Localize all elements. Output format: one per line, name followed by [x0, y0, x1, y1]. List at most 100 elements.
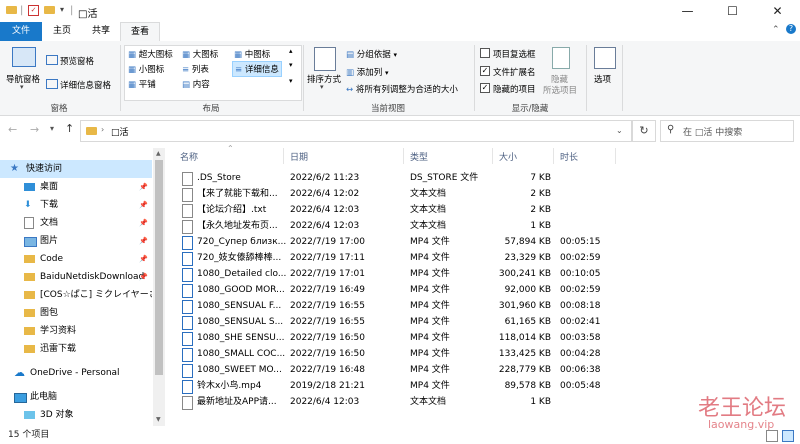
large-icons-view-icon[interactable] [782, 430, 794, 442]
file-row[interactable]: .DS_Store 2022/6/2 11:23 DS_STORE 文件 7 KB [177, 170, 777, 186]
nav-item[interactable]: ★ 快速访问 [0, 160, 152, 178]
text-file-icon [182, 188, 193, 202]
layout-tiles[interactable]: ▦ 平铺 [128, 78, 156, 90]
file-row[interactable]: 1080_SENSUAL S... 2022/7/19 16:55 MP4 文件 61… [177, 314, 777, 330]
nav-item[interactable]: Code 📌 [0, 250, 152, 268]
file-row[interactable]: 铃木x小鸟.mp4 2019/2/18 21:21 MP4 文件 89,578 KB 0… [177, 378, 777, 394]
file-extensions-checkbox[interactable]: ✓ [480, 66, 490, 76]
nav-item-label: 3D 对象 [40, 410, 74, 420]
file-row[interactable]: 1080_SENSUAL F... 2022/7/19 16:55 MP4 文件 30… [177, 298, 777, 314]
help-icon[interactable]: ? [786, 24, 796, 34]
add-column-button[interactable]: ▥ 添加列 ▾ [346, 66, 388, 78]
file-row[interactable]: 1080_Detailed clo... 2022/7/19 17:01 MP4 文… [177, 266, 777, 282]
nav-item[interactable]: 图片 📌 [0, 232, 152, 250]
details-pane-button[interactable]: 详细信息窗格 [60, 79, 111, 91]
properties-icon[interactable]: ✓ [28, 5, 39, 16]
file-row[interactable]: 1080_SMALL COC... 2022/7/19 16:50 MP4 文件 13… [177, 346, 777, 362]
tab-view[interactable]: 查看 [120, 22, 160, 42]
back-arrow-icon[interactable]: ← [8, 123, 17, 136]
file-name: 【永久地址发布页... [197, 221, 278, 231]
recent-locations-chevron-icon[interactable]: ▾ [50, 124, 54, 133]
collapse-ribbon-icon[interactable]: ⌃ [772, 25, 780, 35]
nav-item[interactable]: BaiduNetdiskDownload 📌 [0, 268, 152, 286]
fit-columns-button[interactable]: ↔ 将所有列调整为合适的大小 [346, 83, 458, 95]
refresh-button[interactable]: ↻ [632, 120, 656, 142]
file-row[interactable]: 1080_SWEET MO... 2022/7/19 16:48 MP4 文件 228… [177, 362, 777, 378]
layout-extra-large-icons[interactable]: ▦ 超大图标 [128, 48, 173, 60]
text-file-icon [182, 172, 193, 186]
nav-item[interactable]: 桌面 📌 [0, 178, 152, 196]
scrollbar-thumb[interactable] [155, 160, 163, 375]
address-dropdown-icon[interactable]: ⌄ [616, 126, 623, 135]
column-header-duration[interactable]: 时长 [560, 150, 578, 163]
file-date: 2022/7/19 16:55 [290, 317, 365, 327]
file-size: 23,329 KB [504, 253, 551, 263]
file-row[interactable]: 1080_GOOD MOR... 2022/7/19 16:49 MP4 文件 92,… [177, 282, 777, 298]
nav-item[interactable]: 迅雷下载 [0, 340, 152, 358]
scroll-up-icon[interactable]: ▲ [156, 150, 161, 157]
maximize-button[interactable]: ☐ [710, 0, 755, 22]
minimize-button[interactable]: — [665, 0, 710, 22]
nav-item-label: Code [40, 254, 64, 264]
layout-list[interactable]: ≡ 列表 [182, 63, 209, 75]
folder-icon [24, 273, 35, 281]
column-header-type[interactable]: 类型 [410, 150, 428, 163]
sort-by-button[interactable]: 排序方式 [307, 73, 341, 85]
up-arrow-icon[interactable]: ↑ [65, 122, 74, 135]
file-name: 铃木x小鸟.mp4 [197, 381, 262, 391]
column-header-date[interactable]: 日期 [290, 150, 308, 163]
nav-item[interactable]: 文档 📌 [0, 214, 152, 232]
file-row[interactable]: 【来了就能下载和... 2022/6/4 12:02 文本文档 2 KB [177, 186, 777, 202]
expand-gallery-icon[interactable]: ▾ [289, 77, 293, 85]
tab-share[interactable]: 共享 [82, 22, 120, 41]
customize-toolbar-chevron-icon[interactable]: ▾ [60, 5, 64, 14]
layout-small-icons[interactable]: ▦ 小图标 [128, 63, 164, 75]
text-file-icon [182, 204, 193, 218]
hidden-items-checkbox[interactable]: ✓ [480, 83, 490, 93]
chevron-down-icon[interactable]: ▾ [320, 83, 324, 91]
layout-large-icons[interactable]: ▦ 大图标 [182, 48, 218, 60]
nav-item[interactable]: 学习资料 [0, 322, 152, 340]
file-size: 301,960 KB [498, 301, 551, 311]
nav-item[interactable]: [COS☆ぱこ] ミクレイヤーさ [0, 286, 152, 304]
nav-item[interactable]: ☁ OneDrive - Personal [0, 364, 152, 382]
close-button[interactable]: ✕ [755, 0, 800, 22]
tab-home[interactable]: 主页 [42, 22, 82, 41]
nav-item[interactable]: 3D 对象 [0, 406, 152, 424]
breadcrumb-chevron-icon[interactable]: › [101, 125, 104, 134]
layout-medium-icons[interactable]: ▦ 中图标 [234, 48, 270, 60]
search-input[interactable]: ⚲ 在 □活 中搜索 [660, 120, 794, 142]
layout-details[interactable]: ≡ 详细信息 [232, 61, 282, 77]
file-row[interactable]: 1080_SHE SENSU... 2022/7/19 16:50 MP4 文件 11… [177, 330, 777, 346]
nav-scrollbar[interactable]: ▲ ▼ [153, 148, 165, 426]
video-file-icon [182, 268, 193, 282]
preview-pane-button[interactable]: 预览窗格 [60, 55, 94, 67]
tab-file[interactable]: 文件 [0, 22, 42, 41]
column-header-name[interactable]: 名称 [180, 150, 198, 163]
nav-item[interactable]: 此电脑 [0, 388, 152, 406]
file-row[interactable]: 【论坛介绍】.txt 2022/6/4 12:03 文本文档 2 KB [177, 202, 777, 218]
file-row[interactable]: 最新地址及APP请... 2022/6/4 12:03 文本文档 1 KB [177, 394, 777, 410]
file-name: 1080_SENSUAL F... [197, 301, 282, 311]
address-bar[interactable]: › □活 ⌄ [80, 120, 632, 142]
chevron-down-icon[interactable]: ▾ [20, 83, 24, 91]
options-button[interactable]: 选项 [594, 73, 611, 85]
file-name: 720_Супер близк... [197, 237, 287, 247]
forward-arrow-icon[interactable]: → [30, 123, 39, 136]
file-row[interactable]: 720_Супер близк... 2022/7/19 17:00 MP4 文件 5… [177, 234, 777, 250]
nav-item[interactable]: 图包 [0, 304, 152, 322]
breadcrumb[interactable]: □活 [111, 125, 129, 138]
layout-content[interactable]: ▤ 内容 [182, 78, 210, 90]
group-by-button[interactable]: ▤ 分组依据 ▾ [346, 48, 397, 60]
column-header-size[interactable]: 大小 [499, 150, 517, 163]
nav-item[interactable]: ⬇ 下载 📌 [0, 196, 152, 214]
navigation-pane-icon[interactable] [12, 47, 36, 67]
scroll-down-icon[interactable]: ▼ [156, 416, 161, 423]
details-view-icon[interactable] [766, 430, 778, 442]
item-checkboxes-checkbox[interactable] [480, 48, 490, 58]
file-size: 300,241 KB [498, 269, 551, 279]
file-row[interactable]: 720_妓女傣舔棒棒... 2022/7/19 17:11 MP4 文件 23,329… [177, 250, 777, 266]
file-row[interactable]: 【永久地址发布页... 2022/6/4 12:03 文本文档 1 KB [177, 218, 777, 234]
scroll-down-icon[interactable]: ▾ [289, 61, 293, 69]
scroll-up-icon[interactable]: ▴ [289, 47, 293, 55]
